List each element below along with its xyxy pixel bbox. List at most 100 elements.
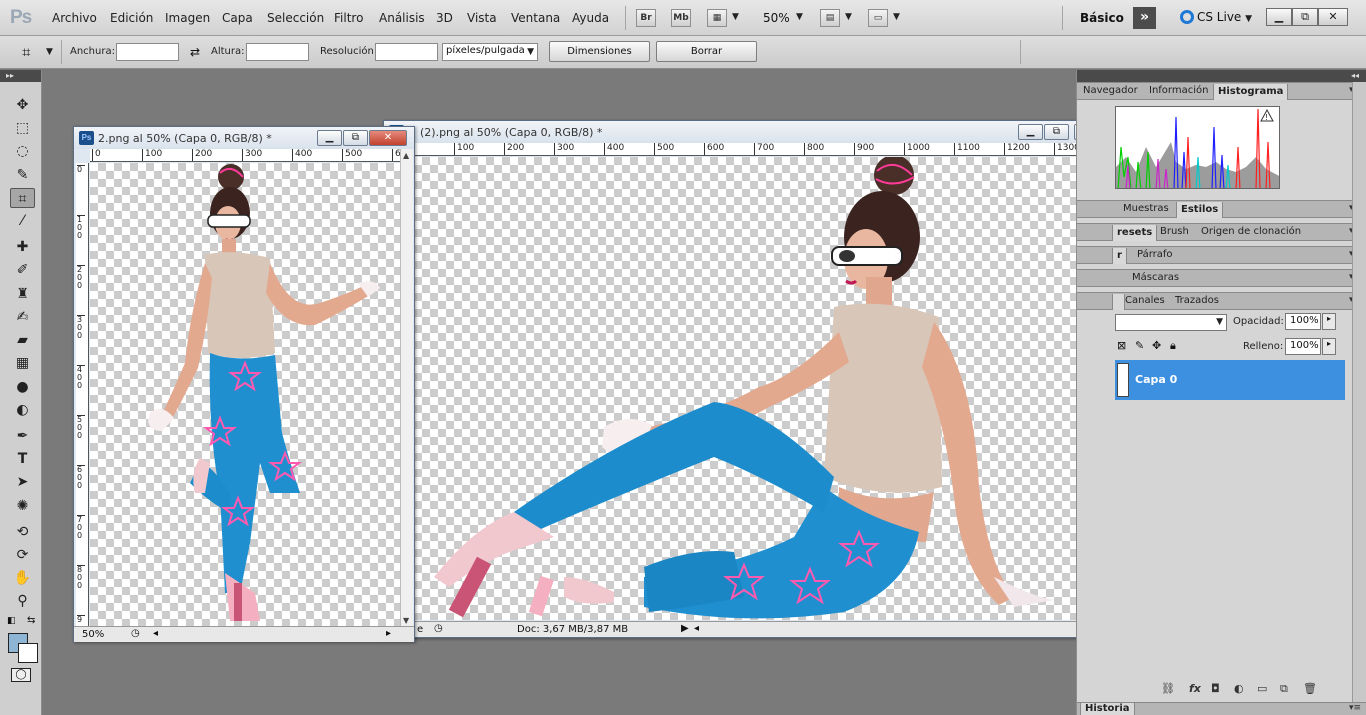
tab-navegador[interactable]: Navegador <box>1083 85 1138 96</box>
minimize-icon[interactable]: ▁ <box>1018 124 1043 140</box>
swap-colors-icon[interactable]: ⇆ <box>27 615 35 626</box>
menu-analisis[interactable]: Análisis <box>379 11 425 25</box>
status-menu-icon[interactable]: ◷ <box>131 628 140 639</box>
zoom-level-select[interactable]: 50% <box>763 11 790 25</box>
eraser-tool-icon[interactable]: ▰ <box>10 330 35 350</box>
cs-live-menu[interactable]: CS Live ▼ <box>1180 10 1252 24</box>
history-brush-tool-icon[interactable]: ✍ <box>10 307 35 327</box>
dodge-tool-icon[interactable]: ◐ <box>10 400 35 420</box>
tab-trazados[interactable]: Trazados <box>1175 295 1219 306</box>
path-selection-tool-icon[interactable]: ➤ <box>10 472 35 492</box>
opacity-slider-icon[interactable]: ▸ <box>1322 313 1336 330</box>
crop-tool-icon[interactable]: ⌗ <box>10 188 35 208</box>
close-icon[interactable]: ✕ <box>1318 8 1348 26</box>
zoom-tool-icon[interactable]: ⚲ <box>10 591 35 611</box>
tab-informacion[interactable]: Información <box>1149 85 1208 96</box>
menu-3d[interactable]: 3D <box>436 11 453 25</box>
quick-selection-tool-icon[interactable]: ✎ <box>10 165 35 185</box>
gradient-tool-icon[interactable]: ▦ <box>10 353 35 373</box>
workspace-expand-icon[interactable]: » <box>1133 7 1156 29</box>
document-canvas[interactable] <box>414 157 1099 620</box>
move-tool-icon[interactable]: ✥ <box>10 95 35 115</box>
opacity-input[interactable]: 100% <box>1285 313 1321 330</box>
resolution-input[interactable] <box>375 43 438 61</box>
minimize-icon[interactable]: ▁ <box>1266 8 1292 26</box>
chevron-down-icon[interactable]: ▼ <box>46 47 53 57</box>
blur-tool-icon[interactable]: ● <box>10 377 35 397</box>
scroll-up-icon[interactable]: ▲ <box>403 151 409 160</box>
lasso-tool-icon[interactable]: ◌ <box>10 141 35 161</box>
add-mask-icon[interactable]: ◘ <box>1211 682 1220 695</box>
delete-layer-icon[interactable]: 🗑︎ <box>1303 682 1317 695</box>
menu-seleccion[interactable]: Selección <box>267 11 324 25</box>
menu-archivo[interactable]: Archivo <box>52 11 97 25</box>
tab-layers[interactable] <box>1112 294 1126 310</box>
tab-origen-clonacion[interactable]: Origen de clonación <box>1201 226 1301 237</box>
lock-pixels-icon[interactable]: ✎ <box>1135 339 1144 352</box>
default-colors-icon[interactable]: ◧ <box>7 616 16 626</box>
panel-dock-header[interactable]: ◂◂ <box>1077 70 1366 82</box>
restore-icon[interactable]: ⧉ <box>1044 124 1069 140</box>
lock-transparency-icon[interactable]: ⊠ <box>1117 339 1126 352</box>
blend-mode-select[interactable]: ▼ <box>1115 314 1227 331</box>
document-canvas[interactable] <box>90 163 400 626</box>
front-image-button[interactable]: Dimensiones <box>549 41 650 62</box>
swap-dimensions-icon[interactable]: ⇄ <box>190 45 200 59</box>
extras-icon[interactable]: ▦ <box>707 9 727 27</box>
lock-position-icon[interactable]: ✥ <box>1152 339 1161 352</box>
pen-tool-icon[interactable]: ✒ <box>10 426 35 446</box>
bridge-button[interactable]: Br <box>636 9 656 27</box>
tab-brush-presets[interactable]: resets <box>1112 225 1158 241</box>
tab-mascaras[interactable]: Máscaras <box>1132 272 1179 283</box>
fill-input[interactable]: 100% <box>1285 338 1321 355</box>
hand-tool-icon[interactable]: ✋ <box>10 568 35 588</box>
menu-ayuda[interactable]: Ayuda <box>572 11 609 25</box>
custom-shape-tool-icon[interactable]: ✺ <box>10 496 35 516</box>
resolution-units-select[interactable]: píxeles/pulgada ▼ <box>442 43 538 61</box>
link-layers-icon[interactable]: ⛓ <box>1161 682 1175 695</box>
document-title-bar[interactable]: Ps (2).png al 50% (Capa 0, RGB/8) * ▁ ⧉ … <box>384 121 1115 143</box>
tab-brush[interactable]: Brush <box>1160 226 1189 237</box>
workspace-selector[interactable]: Básico <box>1080 11 1124 25</box>
menu-ventana[interactable]: Ventana <box>511 11 560 25</box>
clear-button[interactable]: Borrar <box>656 41 757 62</box>
minimize-icon[interactable]: ▁ <box>317 130 342 146</box>
status-arrow-icon[interactable]: ▶ <box>681 623 689 634</box>
panel-menu-icon[interactable]: ▾≡ <box>1349 703 1361 713</box>
scroll-left-icon[interactable]: ◂ <box>153 628 158 639</box>
menu-capa[interactable]: Capa <box>222 11 253 25</box>
layer-style-icon[interactable]: fx <box>1189 682 1201 695</box>
eyedropper-tool-icon[interactable]: ⁄ <box>10 211 35 231</box>
tab-historia[interactable]: Historia <box>1080 703 1135 715</box>
tab-histograma[interactable]: Histograma <box>1213 84 1289 100</box>
restore-icon[interactable]: ⧉ <box>1292 8 1318 26</box>
status-zoom-value[interactable]: e <box>417 624 423 635</box>
tools-panel-header[interactable]: ▸▸ <box>0 70 41 82</box>
tab-parrafo[interactable]: Párrafo <box>1137 249 1173 260</box>
chevron-down-icon[interactable]: ▼ <box>796 12 803 22</box>
vertical-scrollbar[interactable]: ▲ ▼ <box>400 149 413 627</box>
scroll-left-icon[interactable]: ◂ <box>694 623 699 634</box>
screen-mode-icon[interactable]: ▭ <box>868 9 888 27</box>
new-layer-icon[interactable]: ⧉ <box>1280 682 1288 696</box>
spot-healing-tool-icon[interactable]: ✚ <box>10 237 35 257</box>
close-icon[interactable]: ✕ <box>369 130 407 146</box>
tab-estilos[interactable]: Estilos <box>1176 202 1224 218</box>
status-menu-icon[interactable]: ◷ <box>434 623 443 634</box>
mini-bridge-button[interactable]: Mb <box>671 9 691 27</box>
layer-row[interactable]: Capa 0 <box>1115 360 1345 400</box>
marquee-tool-icon[interactable]: ⬚ <box>10 118 35 138</box>
3d-rotate-tool-icon[interactable]: ⟲ <box>10 522 35 542</box>
type-tool-icon[interactable]: T <box>10 449 35 469</box>
menu-vista[interactable]: Vista <box>467 11 497 25</box>
arrange-documents-icon[interactable]: ▤ <box>820 9 840 27</box>
status-zoom-value[interactable]: 50% <box>82 629 104 640</box>
quick-mask-icon[interactable]: ◯ <box>11 668 31 682</box>
restore-icon[interactable]: ⧉ <box>343 130 368 146</box>
fill-slider-icon[interactable]: ▸ <box>1322 338 1336 355</box>
tab-canales[interactable]: Canales <box>1125 295 1165 306</box>
chevron-down-icon[interactable]: ▼ <box>732 12 739 22</box>
clone-stamp-tool-icon[interactable]: ♜ <box>10 284 35 304</box>
height-input[interactable] <box>246 43 309 61</box>
menu-edicion[interactable]: Edición <box>110 11 153 25</box>
